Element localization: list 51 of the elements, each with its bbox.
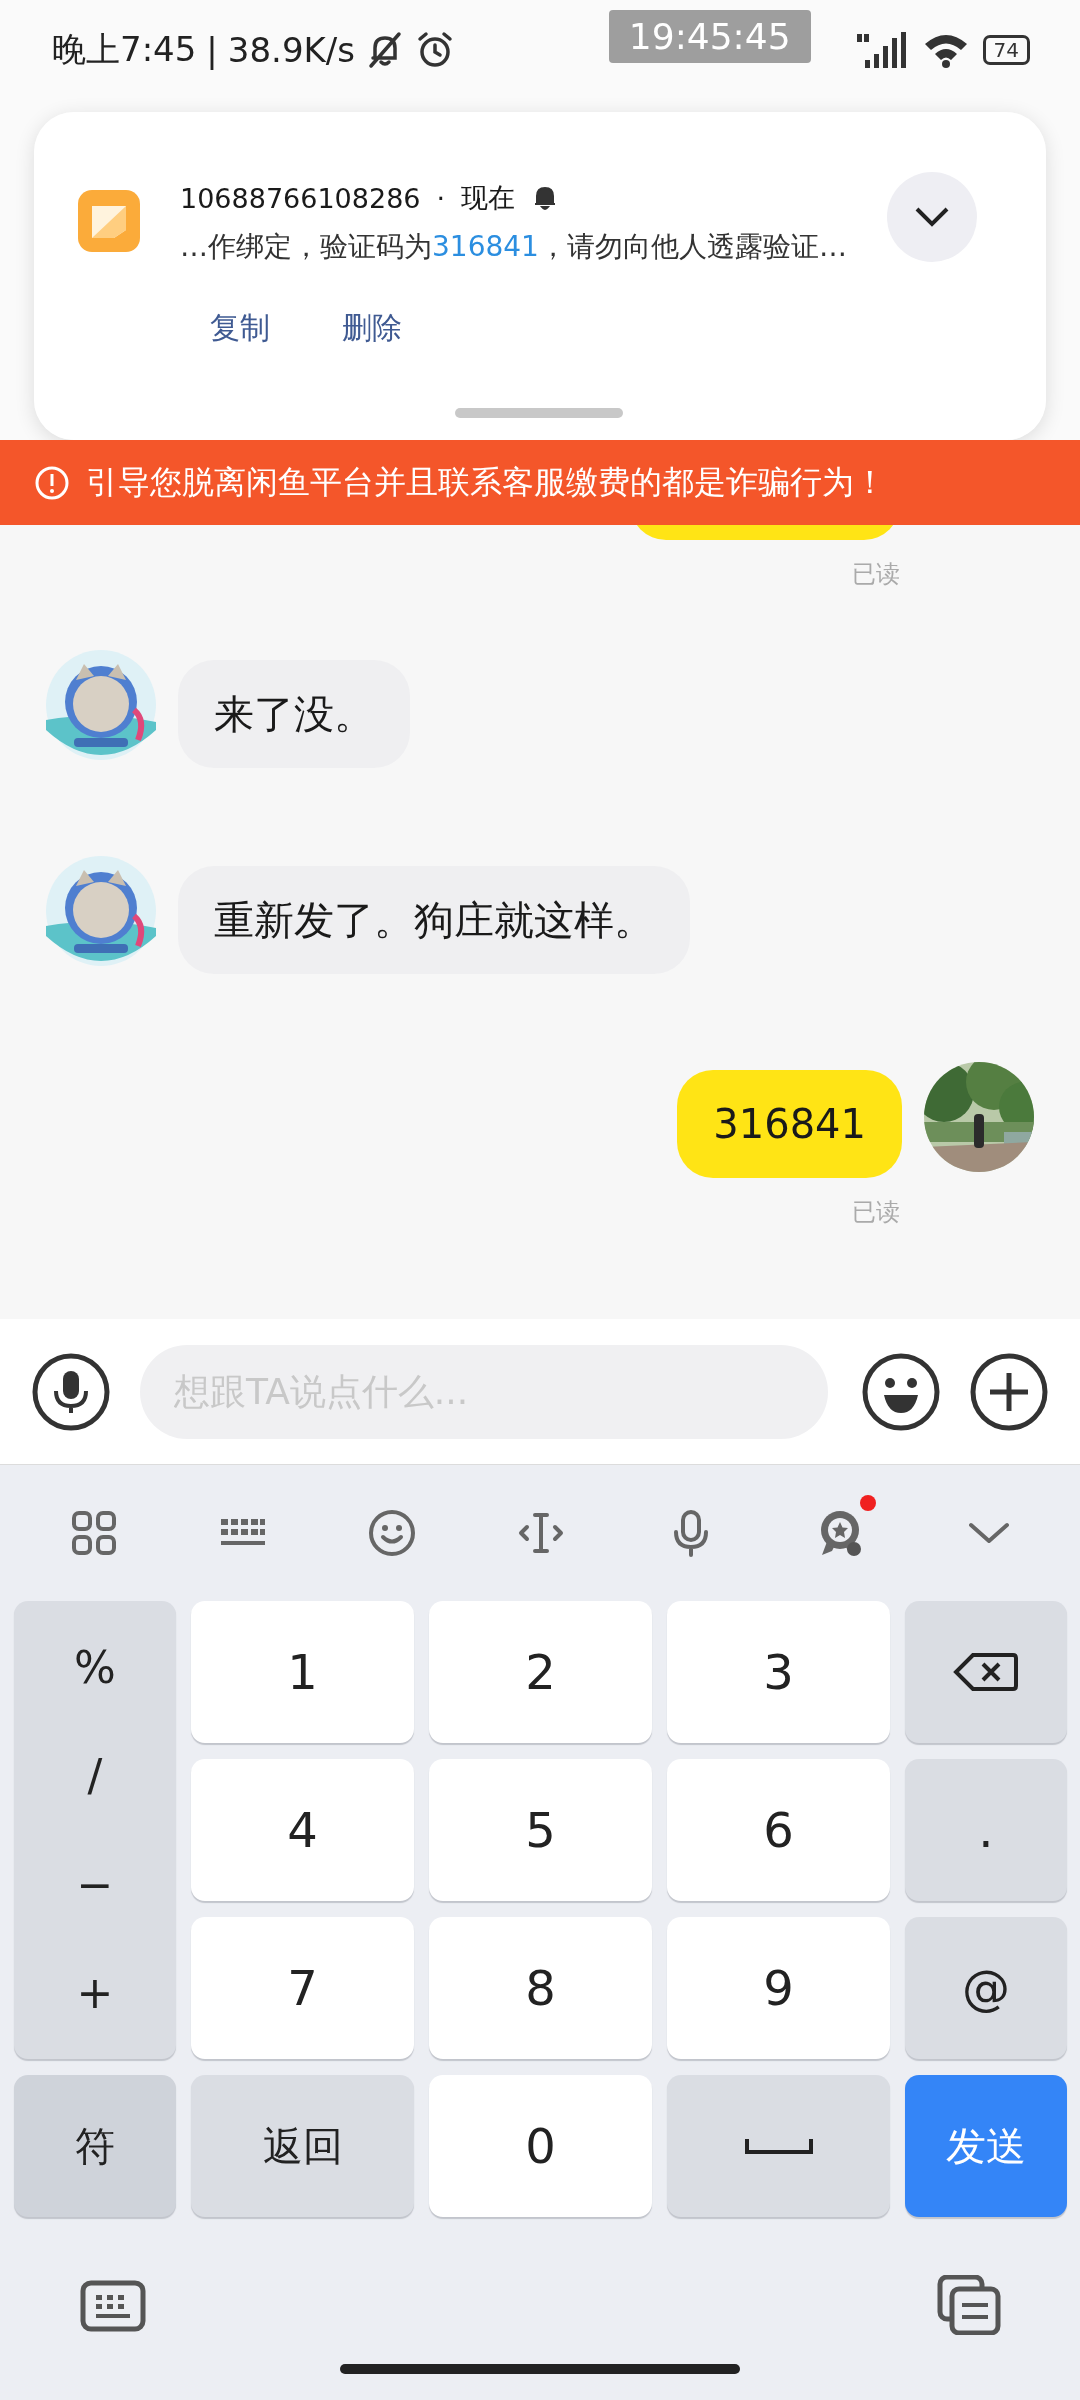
sms-sender: 10688766108286 bbox=[180, 182, 421, 214]
key[interactable]: % bbox=[44, 1641, 146, 1693]
message-app-icon bbox=[78, 190, 140, 252]
warning-icon bbox=[34, 464, 70, 501]
key[interactable]: 2 bbox=[429, 1601, 652, 1743]
message-bubble: 316841 bbox=[677, 1070, 902, 1178]
battery-level: 74 bbox=[982, 35, 1030, 65]
status-time: 晚上7:45 bbox=[52, 28, 197, 71]
key[interactable]: 8 bbox=[429, 1917, 652, 2059]
warning-text: 引导您脱离闲鱼平台并且联系客服缴费的都是诈骗行为！ bbox=[86, 461, 886, 503]
clock-overlay: 19:45:45 bbox=[608, 10, 811, 63]
add-icon[interactable] bbox=[970, 1352, 1048, 1431]
signal-icon bbox=[856, 32, 909, 68]
space-bar-icon bbox=[743, 2136, 814, 2156]
read-receipt: 已读 bbox=[852, 559, 900, 590]
alarm-icon bbox=[415, 30, 455, 70]
backspace-icon bbox=[953, 1652, 1019, 1692]
message-bubble: 重新发了。狗庄就这样。 bbox=[178, 866, 690, 974]
notification-action[interactable]: 删除 bbox=[342, 308, 402, 349]
network-speed: 38.9K/s bbox=[227, 30, 355, 70]
key[interactable]: 5 bbox=[429, 1759, 652, 1901]
message-bubble: 来了没。 bbox=[178, 660, 410, 768]
key[interactable]: 返回 bbox=[191, 2075, 414, 2217]
sms-notification[interactable]: 10688766108286 · 现在 …作绑定，验证码为316841，请勿向他人透露验证… 复制 删除 bbox=[34, 112, 1046, 440]
separator-dot: · bbox=[436, 182, 446, 214]
status-separator: | bbox=[206, 30, 218, 70]
key[interactable]: 7 bbox=[191, 1917, 414, 2059]
drag-handle[interactable] bbox=[455, 408, 623, 418]
read-receipt: 已读 bbox=[852, 1197, 900, 1228]
key[interactable]: 6 bbox=[667, 1759, 890, 1901]
key[interactable]: 0 bbox=[429, 2075, 652, 2217]
chevron-down-icon bbox=[913, 206, 950, 228]
clipboard-icon[interactable] bbox=[936, 2275, 1002, 2335]
key[interactable]: − bbox=[46, 1858, 144, 1910]
notification-time: 现在 bbox=[461, 181, 516, 215]
key[interactable]: 3 bbox=[667, 1601, 890, 1743]
notification-action[interactable]: 复制 bbox=[210, 308, 270, 349]
key[interactable]: + bbox=[46, 1967, 144, 2019]
key[interactable]: 4 bbox=[191, 1759, 414, 1901]
backspace-key[interactable] bbox=[905, 1601, 1067, 1743]
key[interactable]: @ bbox=[905, 1917, 1067, 2059]
send-key[interactable]: 发送 bbox=[905, 2075, 1067, 2217]
key[interactable]: 9 bbox=[667, 1917, 890, 2059]
key[interactable]: / bbox=[57, 1750, 133, 1802]
microphone-icon[interactable] bbox=[32, 1352, 110, 1431]
smiley-icon[interactable] bbox=[862, 1352, 940, 1431]
sms-message: …作绑定，验证码为316841，请勿向他人透露验证… bbox=[180, 229, 847, 265]
key[interactable]: 1 bbox=[191, 1601, 414, 1743]
grid-icon[interactable] bbox=[70, 1509, 118, 1557]
key[interactable]: 符 bbox=[14, 2075, 176, 2217]
key[interactable]: . bbox=[905, 1759, 1067, 1901]
